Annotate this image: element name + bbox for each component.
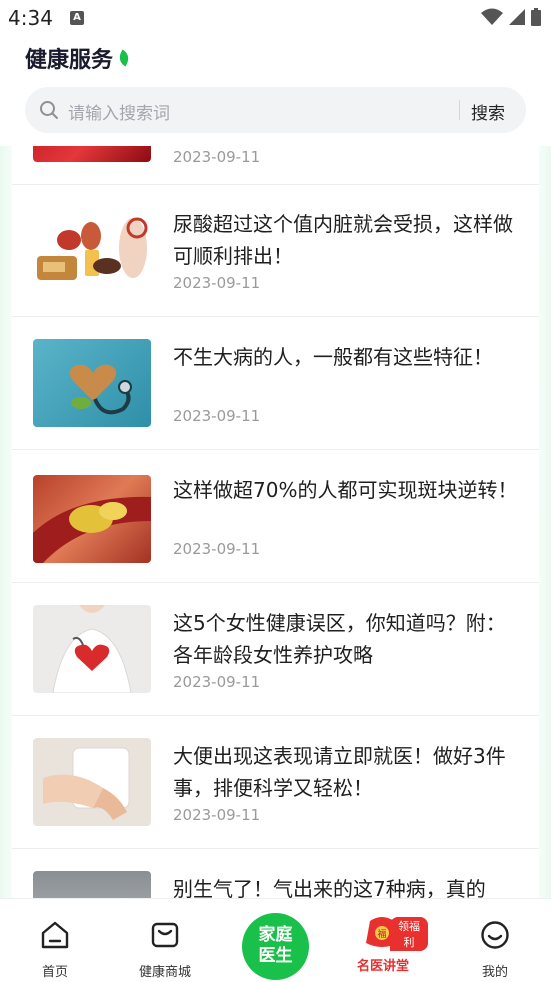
- tab-mine-label: 我的: [481, 965, 508, 980]
- home-icon: [41, 921, 69, 949]
- search-bar[interactable]: 请输入搜索词 搜索: [25, 87, 526, 133]
- search-icon: [40, 101, 58, 119]
- list-item[interactable]: 不生大病的人，一般都有这些特征！ 2023-09-11: [12, 317, 539, 450]
- battery-icon: [531, 8, 541, 26]
- tab-mall[interactable]: 健康商城: [120, 919, 210, 980]
- notification-a-icon: A: [70, 11, 84, 25]
- list-item[interactable]: 这5个女性健康误区，你知道吗？附：各年龄段女性养护攻略 2023-09-11: [12, 583, 539, 716]
- heart-stethoscope-image: [33, 339, 151, 427]
- family-doctor-line1: 家庭: [258, 925, 293, 945]
- article-title: 尿酸超过这个值内脏就会受损，这样做可顺利排出！: [173, 212, 513, 268]
- tab-home[interactable]: 首页: [10, 919, 100, 980]
- shopping-bag-icon: [151, 922, 179, 948]
- tab-lecture[interactable]: 福 领福利 名医讲堂: [338, 917, 428, 974]
- list-item[interactable]: 2023-09-11: [12, 146, 539, 185]
- article-title: 大便出现这表现请立即就医！做好3件事，排便科学又轻松！: [173, 744, 506, 800]
- article-date: 2023-09-11: [173, 407, 261, 425]
- doctor-image: [33, 871, 151, 898]
- status-time: 4:34: [8, 6, 53, 30]
- bottom-tab-bar: 首页 健康商城 家庭 医生 福 领福利 名医讲堂 我的: [0, 898, 551, 982]
- list-item[interactable]: 别生气了！气出来的这7种病，真的: [12, 849, 539, 898]
- article-title: 这样做超70%的人都可实现斑块逆转！: [173, 478, 518, 502]
- svg-text:福: 福: [377, 928, 386, 940]
- status-bar: 4:34 A: [0, 0, 551, 36]
- list-item[interactable]: 大便出现这表现请立即就医！做好3件事，排便科学又轻松！ 2023-09-11: [12, 716, 539, 849]
- page-title: 健康服务: [25, 42, 132, 74]
- food-organs-image: [33, 206, 151, 294]
- tab-mine[interactable]: 我的: [450, 919, 540, 980]
- artery-plaque-image: [33, 475, 151, 563]
- search-button[interactable]: 搜索: [471, 99, 505, 124]
- header: 健康服务 请输入搜索词 搜索: [0, 36, 551, 146]
- page-title-text: 健康服务: [25, 48, 114, 73]
- family-doctor-line2: 医生: [258, 946, 293, 966]
- article-date: 2023-09-11: [173, 806, 261, 824]
- smiley-face-icon: [481, 921, 509, 949]
- wifi-icon: [481, 8, 503, 25]
- leaf-icon: [116, 49, 132, 67]
- article-date: 2023-09-11: [173, 274, 261, 292]
- signal-icon: [509, 9, 525, 25]
- article-title: 不生大病的人，一般都有这些特征！: [173, 345, 493, 369]
- tab-lecture-label: 名医讲堂: [356, 959, 409, 974]
- list-item[interactable]: 这样做超70%的人都可实现斑块逆转！ 2023-09-11: [12, 450, 539, 583]
- tab-home-label: 首页: [41, 965, 68, 980]
- tab-mall-label: 健康商城: [138, 965, 191, 980]
- article-list[interactable]: 2023-09-11 尿酸超过这个值内脏就会受损，这样做可顺利排出！ 2023-…: [12, 146, 539, 898]
- article-title: 别生气了！气出来的这7种病，真的: [173, 877, 486, 898]
- article-date: 2023-09-11: [173, 673, 261, 691]
- search-input[interactable]: 请输入搜索词: [68, 99, 170, 124]
- lecture-badge: 领福利: [390, 917, 428, 951]
- family-doctor-button[interactable]: 家庭 医生: [242, 913, 309, 980]
- article-date: 2023-09-11: [173, 540, 261, 558]
- toilet-paper-image: [33, 738, 151, 826]
- list-item[interactable]: 尿酸超过这个值内脏就会受损，这样做可顺利排出！ 2023-09-11: [12, 184, 539, 317]
- blood-cells-image: [33, 146, 151, 162]
- article-title: 这5个女性健康误区，你知道吗？附：各年龄段女性养护攻略: [173, 611, 506, 667]
- search-divider: [459, 100, 460, 120]
- doctor-heart-image: [33, 605, 151, 693]
- article-date: 2023-09-11: [173, 148, 261, 166]
